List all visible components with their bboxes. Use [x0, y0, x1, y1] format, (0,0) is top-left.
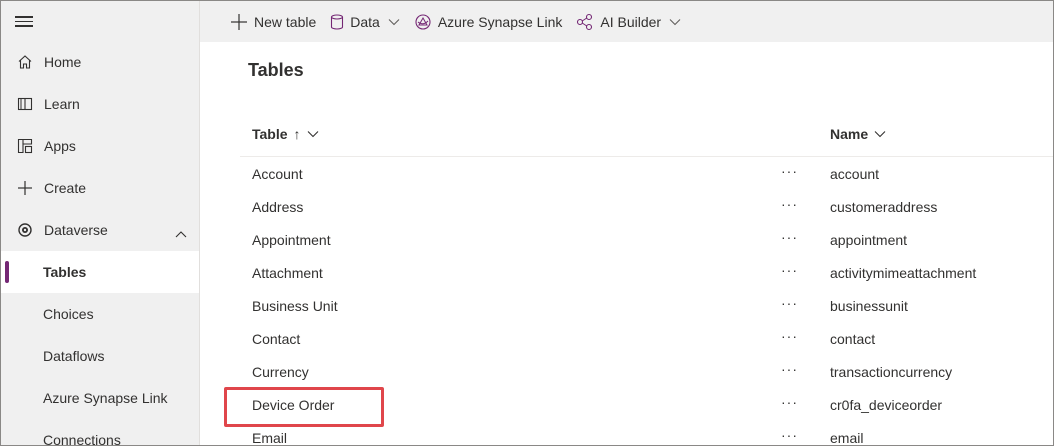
sidebar-item-learn[interactable]: Learn [1, 83, 199, 125]
azure-synapse-link-button[interactable]: Azure Synapse Link [414, 13, 563, 31]
table-row[interactable]: Appointment ··· appointment [240, 223, 1053, 256]
synapse-icon [414, 13, 432, 31]
sidebar-item-choices[interactable]: Choices [1, 293, 199, 335]
table-logical-name: account [830, 166, 880, 182]
apps-icon [16, 137, 34, 155]
more-options-icon[interactable]: ··· [781, 163, 798, 179]
sidebar-item-label: Choices [43, 306, 94, 322]
table-display-name[interactable]: Contact [252, 331, 300, 347]
more-options-icon[interactable]: ··· [781, 328, 798, 344]
table-row[interactable]: Attachment ··· activitymimeattachment [240, 256, 1053, 289]
sidebar-item-dataflows[interactable]: Dataflows [1, 335, 199, 377]
sidebar-item-apps[interactable]: Apps [1, 125, 199, 167]
table-header-row: Table ↑ Name [240, 118, 1053, 157]
table-display-name[interactable]: Email [252, 430, 287, 445]
data-label: Data [350, 13, 380, 30]
table-display-name[interactable]: Account [252, 166, 303, 182]
sidebar-item-azure-synapse-link[interactable]: Azure Synapse Link [1, 377, 199, 419]
column-header-label: Name [830, 126, 869, 142]
table-logical-name: activitymimeattachment [830, 265, 977, 281]
ai-builder-icon [576, 13, 594, 31]
book-icon [16, 95, 34, 113]
plus-icon [230, 13, 248, 31]
table-logical-name: cr0fa_deviceorder [830, 397, 943, 413]
table-logical-name: appointment [830, 232, 908, 248]
main-content: Tables Table ↑ Name Account ··· account [200, 42, 1053, 446]
table-logical-name: contact [830, 331, 876, 347]
table-logical-name: email [830, 430, 864, 446]
more-options-icon[interactable]: ··· [781, 262, 798, 278]
more-options-icon[interactable]: ··· [781, 196, 798, 212]
dataverse-icon [16, 221, 34, 239]
database-icon [330, 13, 344, 30]
sidebar-item-label: Apps [44, 138, 76, 154]
azure-synapse-link-label: Azure Synapse Link [437, 13, 563, 30]
highlight-box [224, 387, 384, 427]
chevron-down-icon [388, 18, 400, 26]
table-display-name[interactable]: Appointment [252, 232, 331, 248]
plus-icon [16, 179, 34, 197]
home-icon [16, 53, 34, 71]
table-logical-name: transactioncurrency [830, 364, 953, 380]
sidebar-item-connections[interactable]: Connections [1, 419, 199, 446]
column-header-label: Table [252, 126, 288, 142]
chevron-down-icon [669, 18, 681, 26]
sidebar-item-label: Tables [43, 264, 87, 280]
ai-builder-label: AI Builder [600, 13, 662, 30]
table-display-name[interactable]: Address [252, 199, 303, 215]
sidebar: Home Learn Apps Create Dataverse Tables … [1, 1, 200, 446]
sidebar-item-label: Azure Synapse Link [43, 390, 168, 406]
sort-ascending-icon: ↑ [293, 126, 301, 142]
command-bar: New table Data Azure Synapse Link AI Bui… [200, 1, 1053, 42]
chevron-down-icon [874, 130, 886, 138]
sidebar-item-tables[interactable]: Tables [1, 251, 199, 293]
table-display-name[interactable]: Attachment [252, 265, 323, 281]
more-options-icon[interactable]: ··· [781, 229, 798, 245]
table-row[interactable]: Business Unit ··· businessunit [240, 289, 1053, 322]
new-table-button[interactable]: New table [230, 13, 316, 31]
sidebar-item-label: Dataverse [44, 222, 108, 238]
sidebar-item-label: Home [44, 54, 82, 70]
more-options-icon[interactable]: ··· [781, 394, 798, 410]
table-row[interactable]: Contact ··· contact [240, 322, 1053, 355]
table-display-name[interactable]: Business Unit [252, 298, 338, 314]
more-options-icon[interactable]: ··· [781, 295, 798, 311]
sidebar-item-home[interactable]: Home [1, 41, 199, 83]
ai-builder-button[interactable]: AI Builder [576, 13, 681, 31]
sidebar-item-label: Learn [44, 96, 80, 112]
sidebar-item-label: Dataflows [43, 348, 105, 364]
sidebar-item-dataverse[interactable]: Dataverse [1, 209, 199, 251]
table-display-name[interactable]: Currency [252, 364, 309, 380]
table-logical-name: customeraddress [830, 199, 938, 215]
table-row[interactable]: Address ··· customeraddress [240, 190, 1053, 223]
hamburger-menu-icon[interactable] [15, 13, 33, 29]
window-frame: Home Learn Apps Create Dataverse Tables … [0, 0, 1054, 446]
page-title: Tables [248, 60, 304, 80]
more-options-icon[interactable]: ··· [781, 427, 798, 443]
column-header-name[interactable]: Name [830, 126, 886, 142]
more-options-icon[interactable]: ··· [781, 361, 798, 377]
new-table-label: New table [254, 13, 317, 30]
data-button[interactable]: Data [330, 14, 400, 30]
sidebar-item-label: Connections [43, 432, 121, 446]
column-header-table[interactable]: Table ↑ [252, 126, 319, 142]
table-logical-name: businessunit [830, 298, 908, 314]
chevron-up-icon[interactable] [175, 225, 187, 238]
selection-indicator [5, 261, 9, 283]
sidebar-item-create[interactable]: Create [1, 167, 199, 209]
sidebar-item-label: Create [44, 180, 87, 196]
table-row[interactable]: Currency ··· transactioncurrency [240, 355, 1053, 388]
table-row[interactable]: Account ··· account [240, 157, 1053, 190]
chevron-down-icon [307, 130, 319, 138]
